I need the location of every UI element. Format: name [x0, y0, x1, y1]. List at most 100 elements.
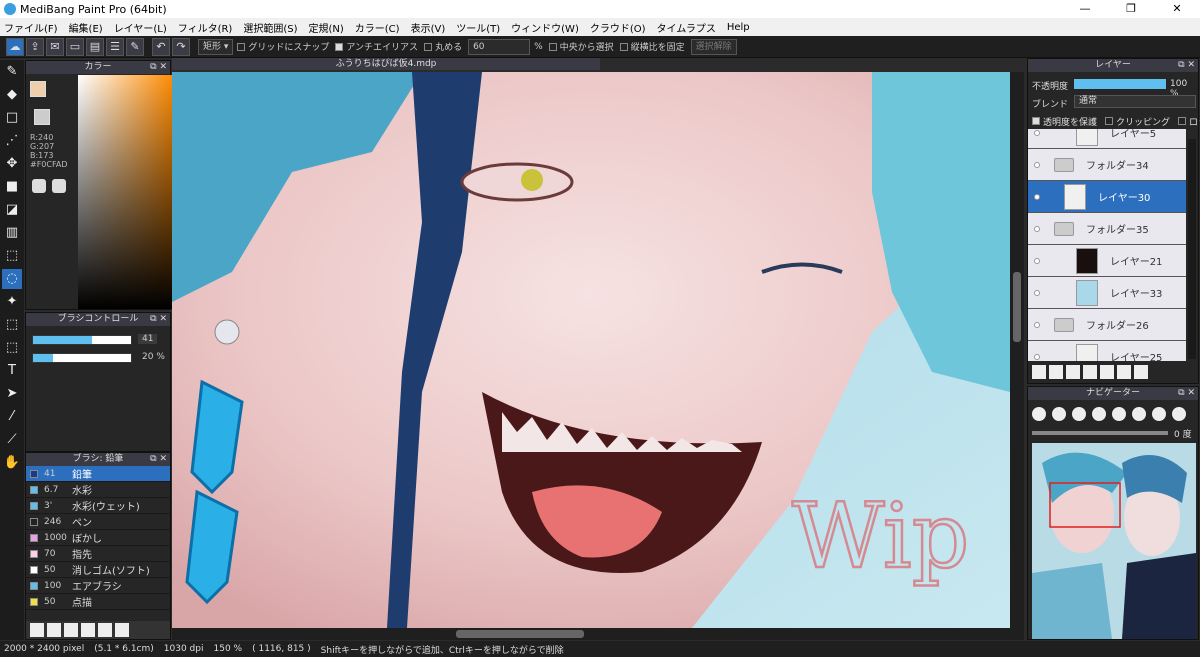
- zoom-in-icon[interactable]: [1032, 407, 1046, 421]
- brush-tool-icon[interactable]: ✎: [2, 62, 22, 82]
- copy-brush-icon[interactable]: [81, 623, 95, 637]
- menu-help[interactable]: Help: [727, 22, 750, 33]
- magic-wand-icon[interactable]: ✦: [2, 292, 22, 312]
- close-button[interactable]: ✕: [1154, 0, 1200, 18]
- brush-item[interactable]: 70 指先: [26, 546, 170, 562]
- operation-tool-icon[interactable]: ➤: [2, 384, 22, 404]
- lock-checkbox[interactable]: [1178, 117, 1187, 125]
- antialias-toggle[interactable]: アンチエイリアス: [335, 40, 418, 53]
- panel-buttons[interactable]: ⧉ ✕: [150, 61, 167, 74]
- move-tool-icon[interactable]: ✥: [2, 154, 22, 174]
- visibility-icon[interactable]: [1034, 321, 1040, 328]
- vertical-scrollbar[interactable]: [1010, 72, 1024, 628]
- round-value-select[interactable]: 60: [468, 38, 531, 55]
- clipping-checkbox[interactable]: [1105, 117, 1114, 125]
- layer-row[interactable]: フォルダー35: [1028, 213, 1186, 245]
- blend-select[interactable]: 通常: [1074, 95, 1196, 108]
- chat-icon[interactable]: ▭: [66, 37, 84, 56]
- text-tool-icon[interactable]: T: [2, 361, 22, 381]
- drawing-canvas[interactable]: Wip: [172, 72, 1010, 628]
- copy-layer-icon[interactable]: [1049, 365, 1063, 379]
- grid-snap-toggle[interactable]: グリッドにスナップ: [237, 40, 329, 53]
- protect-toggle[interactable]: 透明度を保護: [1032, 115, 1097, 128]
- menu-file[interactable]: ファイル(F): [4, 20, 58, 35]
- document-tab[interactable]: ふうりちはぴば仮4.mdp: [172, 58, 600, 70]
- reset-rotation-icon[interactable]: [1132, 407, 1146, 421]
- palette-icon[interactable]: [32, 179, 46, 193]
- hand-tool-icon[interactable]: ✋: [2, 453, 22, 473]
- new-folder-icon[interactable]: [1100, 365, 1114, 379]
- palette-add-icon[interactable]: [52, 179, 66, 193]
- divide-tool-icon[interactable]: ⟋: [2, 430, 22, 450]
- menu-color[interactable]: カラー(C): [355, 20, 400, 35]
- rotation-slider[interactable]: [1032, 431, 1168, 435]
- clipping-toggle[interactable]: クリッピング: [1105, 115, 1170, 128]
- panel-buttons[interactable]: ⧉ ✕: [1178, 387, 1195, 400]
- saturation-value-picker[interactable]: [78, 75, 174, 309]
- h-scroll-thumb[interactable]: [456, 630, 584, 638]
- minimize-button[interactable]: —: [1062, 0, 1108, 18]
- antialias-checkbox[interactable]: [335, 42, 344, 51]
- bucket-tool-icon[interactable]: ◪: [2, 200, 22, 220]
- visibility-icon[interactable]: [1034, 193, 1040, 200]
- lasso-tool-icon[interactable]: ◌: [2, 269, 22, 289]
- round-toggle[interactable]: 丸める: [424, 40, 462, 53]
- layer-row[interactable]: レイヤー5: [1028, 129, 1186, 149]
- brush-item[interactable]: 50 点描: [26, 594, 170, 610]
- visibility-icon[interactable]: [1034, 161, 1040, 168]
- layer-row[interactable]: レイヤー21: [1028, 245, 1186, 277]
- new-halftone-layer-icon[interactable]: [1066, 365, 1080, 379]
- visibility-icon[interactable]: [1034, 129, 1040, 136]
- merge-layer-icon[interactable]: [1117, 365, 1131, 379]
- v-scroll-thumb[interactable]: [1013, 272, 1021, 342]
- layer-row[interactable]: レイヤー33: [1028, 277, 1186, 309]
- brush-item[interactable]: 6.7 水彩: [26, 482, 170, 498]
- fit-screen-icon[interactable]: [1072, 407, 1086, 421]
- flip-icon[interactable]: [1172, 407, 1186, 421]
- panel-buttons[interactable]: ⧉ ✕: [1178, 59, 1195, 72]
- rect-tool-icon[interactable]: □: [2, 108, 22, 128]
- menu-layer[interactable]: レイヤー(L): [114, 20, 167, 35]
- cloud-icon[interactable]: ☁: [6, 37, 24, 56]
- brush-settings-icon[interactable]: [64, 623, 78, 637]
- eraser-tool-icon[interactable]: ◆: [2, 85, 22, 105]
- layer-scrollbar[interactable]: [1188, 139, 1196, 359]
- brush-size-slider[interactable]: [32, 335, 132, 345]
- rotate-left-icon[interactable]: [1112, 407, 1126, 421]
- select-eraser-icon[interactable]: ⬚: [2, 338, 22, 358]
- brush-item[interactable]: 246 ペン: [26, 514, 170, 530]
- menu-timelapse[interactable]: タイムラプス: [657, 20, 716, 35]
- eyedropper-icon[interactable]: ⁄: [2, 407, 22, 427]
- maximize-button[interactable]: ❐: [1108, 0, 1154, 18]
- gradient-tool-icon[interactable]: ▥: [2, 223, 22, 243]
- rotate-right-icon[interactable]: [1152, 407, 1166, 421]
- visibility-icon[interactable]: [1034, 289, 1040, 296]
- actual-size-icon[interactable]: [1092, 407, 1106, 421]
- zoom-out-icon[interactable]: [1052, 407, 1066, 421]
- brush-item[interactable]: 100 エアブラシ: [26, 578, 170, 594]
- fix-ratio-checkbox[interactable]: [619, 42, 628, 51]
- panel-buttons[interactable]: ⧉ ✕: [150, 313, 167, 326]
- center-select-toggle[interactable]: 中央から選択: [548, 40, 614, 53]
- deselect-button[interactable]: 選択解除: [690, 38, 737, 55]
- primary-color-swatch[interactable]: [30, 81, 46, 97]
- visibility-icon[interactable]: [1034, 353, 1040, 360]
- add-brush-icon[interactable]: [47, 623, 61, 637]
- horizontal-scrollbar[interactable]: [172, 628, 1024, 640]
- grid-snap-checkbox[interactable]: [237, 42, 246, 51]
- menu-tool[interactable]: ツール(T): [456, 20, 500, 35]
- brush-item[interactable]: 3' 水彩(ウェット): [26, 498, 170, 514]
- menu-ruler[interactable]: 定規(N): [308, 20, 343, 35]
- layer-row[interactable]: フォルダー34: [1028, 149, 1186, 181]
- page-icon[interactable]: ▤: [86, 37, 104, 56]
- undo-button[interactable]: ↶: [152, 37, 170, 56]
- select-rect-icon[interactable]: ⬚: [2, 246, 22, 266]
- comment-icon[interactable]: ✉: [46, 37, 64, 56]
- brush-item[interactable]: 41 鉛筆: [26, 466, 170, 482]
- brush-folder-icon[interactable]: [98, 623, 112, 637]
- edit-icon[interactable]: ✎: [126, 37, 144, 56]
- menu-window[interactable]: ウィンドウ(W): [511, 20, 579, 35]
- redo-button[interactable]: ↷: [172, 37, 190, 56]
- lock-toggle[interactable]: ロック: [1178, 115, 1200, 128]
- layer-row[interactable]: レイヤー25: [1028, 341, 1186, 361]
